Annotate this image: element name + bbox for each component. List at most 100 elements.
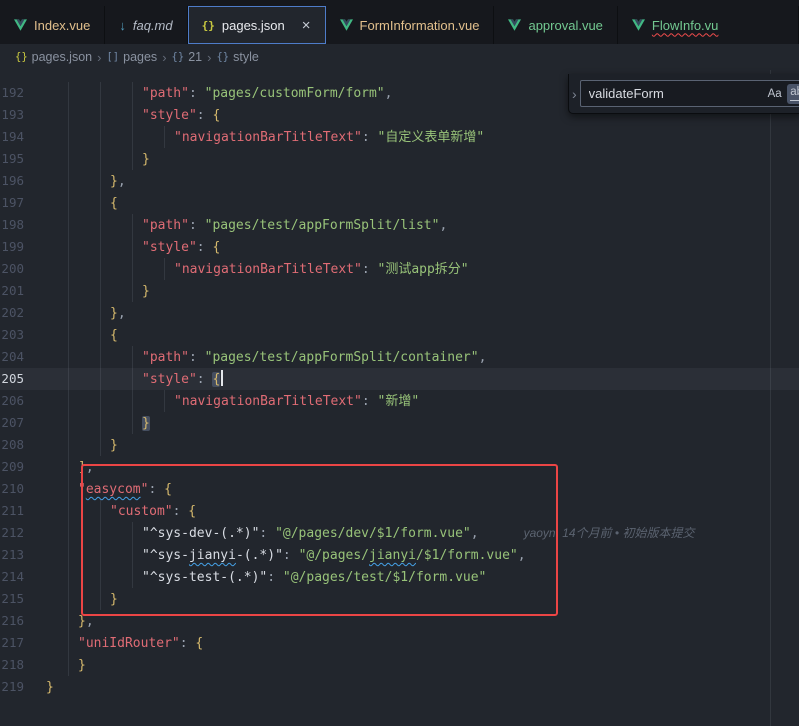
line-number[interactable]: 214 bbox=[0, 566, 46, 588]
code-line-203[interactable]: 203 { bbox=[0, 324, 799, 346]
code-token: "^sys- bbox=[142, 548, 189, 563]
markdown-icon: ↓ bbox=[119, 18, 126, 33]
line-number[interactable]: 209 bbox=[0, 456, 46, 478]
line-number[interactable]: 210 bbox=[0, 478, 46, 500]
indent-guide bbox=[68, 236, 69, 258]
code-line-200[interactable]: 200"navigationBarTitleText": "测试app拆分" bbox=[0, 258, 799, 280]
indent-guide bbox=[68, 258, 69, 280]
tab-FlowInfo.vu[interactable]: FlowInfo.vu bbox=[618, 6, 799, 44]
tab-FormInformation.vue[interactable]: FormInformation.vue bbox=[326, 6, 495, 44]
line-number[interactable]: 195 bbox=[0, 148, 46, 170]
code-content: "style": { bbox=[46, 237, 220, 259]
code-token: , bbox=[518, 548, 526, 563]
code-token: "^sys-test-(.*)" bbox=[142, 570, 267, 585]
tab-label: Index.vue bbox=[34, 18, 90, 33]
indent-guide bbox=[132, 214, 133, 236]
code-line-198[interactable]: 198"path": "pages/test/appFormSplit/list… bbox=[0, 214, 799, 236]
code-line-202[interactable]: 202}, bbox=[0, 302, 799, 324]
indent-guide bbox=[132, 104, 133, 126]
code-token: { bbox=[110, 328, 118, 343]
code-line-211[interactable]: 211"custom": { bbox=[0, 500, 799, 522]
code-token: } bbox=[142, 284, 150, 299]
indent-guide bbox=[68, 214, 69, 236]
code-token: } bbox=[110, 174, 118, 189]
code-line-209[interactable]: 209], bbox=[0, 456, 799, 478]
breadcrumb-item-pages[interactable]: []pages bbox=[106, 50, 157, 64]
code-line-217[interactable]: 217"uniIdRouter": { bbox=[0, 632, 799, 654]
line-number[interactable]: 215 bbox=[0, 588, 46, 610]
code-line-216[interactable]: 216}, bbox=[0, 610, 799, 632]
line-number[interactable]: 204 bbox=[0, 346, 46, 368]
indent-guide bbox=[68, 324, 69, 346]
breadcrumb-item-21[interactable]: {}21 bbox=[172, 50, 203, 64]
indent-guide bbox=[164, 126, 165, 148]
line-number[interactable]: 192 bbox=[0, 82, 46, 104]
line-number[interactable]: 212 bbox=[0, 522, 46, 544]
line-number[interactable]: 198 bbox=[0, 214, 46, 236]
code-content: { bbox=[46, 325, 118, 347]
line-number[interactable]: 205 bbox=[0, 368, 46, 390]
tab-approval.vue[interactable]: approval.vue bbox=[494, 6, 617, 44]
line-number[interactable]: 194 bbox=[0, 126, 46, 148]
code-content: } bbox=[46, 149, 150, 171]
code-token: } bbox=[78, 614, 86, 629]
code-line-195[interactable]: 195} bbox=[0, 148, 799, 170]
code-token: "style" bbox=[142, 240, 197, 255]
find-input[interactable] bbox=[581, 86, 765, 101]
code-line-201[interactable]: 201} bbox=[0, 280, 799, 302]
indent-guide bbox=[68, 148, 69, 170]
code-line-197[interactable]: 197{ bbox=[0, 192, 799, 214]
line-number[interactable]: 217 bbox=[0, 632, 46, 654]
line-number[interactable]: 219 bbox=[0, 676, 46, 698]
indent-guide bbox=[68, 126, 69, 148]
json-icon: {} bbox=[202, 19, 215, 32]
tab-pages.json[interactable]: {}pages.json× bbox=[188, 6, 326, 44]
code-content: "style": { bbox=[46, 369, 223, 391]
code-line-219[interactable]: 219} bbox=[0, 676, 799, 698]
line-number[interactable]: 218 bbox=[0, 654, 46, 676]
toggle-replace-chevron-icon[interactable]: › bbox=[572, 86, 577, 102]
match-case-button[interactable]: Aa bbox=[765, 84, 785, 104]
indent-guide bbox=[68, 522, 69, 544]
code-content: ], bbox=[46, 457, 94, 479]
code-line-196[interactable]: 196}, bbox=[0, 170, 799, 192]
line-number[interactable]: 201 bbox=[0, 280, 46, 302]
code-line-204[interactable]: 204"path": "pages/test/appFormSplit/cont… bbox=[0, 346, 799, 368]
code-content: "path": "pages/customForm/form", bbox=[46, 83, 392, 105]
line-number[interactable]: 202 bbox=[0, 302, 46, 324]
code-line-212[interactable]: 212"^sys-dev-(.*)": "@/pages/dev/$1/form… bbox=[0, 522, 799, 544]
line-number[interactable]: 203 bbox=[0, 324, 46, 346]
code-content: { bbox=[46, 193, 118, 215]
line-number[interactable]: 200 bbox=[0, 258, 46, 280]
code-line-214[interactable]: 214"^sys-test-(.*)": "@/pages/test/$1/fo… bbox=[0, 566, 799, 588]
code-line-218[interactable]: 218} bbox=[0, 654, 799, 676]
breadcrumb-item-style[interactable]: {}style bbox=[216, 50, 258, 64]
code-token: { bbox=[212, 108, 220, 123]
tab-Index.vue[interactable]: Index.vue bbox=[0, 6, 105, 44]
breadcrumb-item-pages.json[interactable]: {}pages.json bbox=[15, 50, 92, 64]
code-line-208[interactable]: 208} bbox=[0, 434, 799, 456]
code-content: "^sys-test-(.*)": "@/pages/test/$1/form.… bbox=[46, 567, 486, 589]
line-number[interactable]: 208 bbox=[0, 434, 46, 456]
line-number[interactable]: 206 bbox=[0, 390, 46, 412]
line-number[interactable]: 207 bbox=[0, 412, 46, 434]
tab-faq.md[interactable]: ↓faq.md bbox=[105, 6, 187, 44]
line-number[interactable]: 196 bbox=[0, 170, 46, 192]
line-number[interactable]: 216 bbox=[0, 610, 46, 632]
code-line-210[interactable]: 210"easycom": { bbox=[0, 478, 799, 500]
code-line-206[interactable]: 206"navigationBarTitleText": "新增" bbox=[0, 390, 799, 412]
line-number[interactable]: 199 bbox=[0, 236, 46, 258]
code-content: "navigationBarTitleText": "新增" bbox=[46, 391, 419, 413]
code-line-194[interactable]: 194"navigationBarTitleText": "自定义表单新增" bbox=[0, 126, 799, 148]
line-number[interactable]: 211 bbox=[0, 500, 46, 522]
code-line-199[interactable]: 199"style": { bbox=[0, 236, 799, 258]
close-icon[interactable]: × bbox=[302, 18, 311, 33]
whole-word-button[interactable]: ab bbox=[787, 84, 799, 104]
line-number[interactable]: 193 bbox=[0, 104, 46, 126]
code-line-205[interactable]: 205"style": { bbox=[0, 368, 799, 390]
code-line-207[interactable]: 207} bbox=[0, 412, 799, 434]
code-line-215[interactable]: 215} bbox=[0, 588, 799, 610]
code-line-213[interactable]: 213"^sys-jianyi-(.*)": "@/pages/jianyi/$… bbox=[0, 544, 799, 566]
line-number[interactable]: 213 bbox=[0, 544, 46, 566]
line-number[interactable]: 197 bbox=[0, 192, 46, 214]
